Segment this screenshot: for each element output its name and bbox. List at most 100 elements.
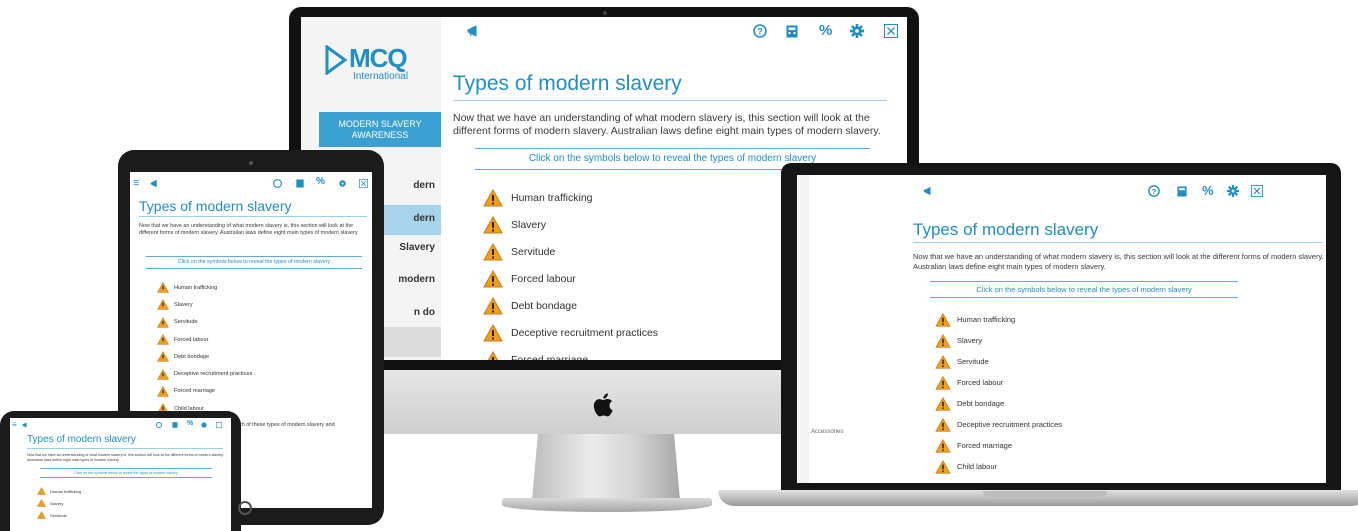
gear-icon[interactable] xyxy=(850,24,864,38)
list-item[interactable]: Forced labour xyxy=(157,331,252,348)
list-item[interactable]: Slavery xyxy=(37,497,81,509)
warning-icon[interactable] xyxy=(37,499,46,507)
type-label: Slavery xyxy=(511,218,547,231)
help-icon[interactable]: ? xyxy=(753,24,767,38)
percent-icon[interactable]: % xyxy=(819,22,832,39)
home-button xyxy=(238,501,252,515)
phone-screen: ≡ % Types of modern slavery Now that we … xyxy=(10,418,231,531)
close-icon[interactable] xyxy=(359,179,368,188)
list-item[interactable]: Human trafficking xyxy=(935,309,1062,330)
type-label: Servitude xyxy=(174,319,198,326)
warning-icon[interactable] xyxy=(483,269,503,288)
percent-icon[interactable]: % xyxy=(187,420,193,427)
list-item[interactable]: Debt bondage xyxy=(935,393,1062,414)
percent-icon[interactable]: % xyxy=(1202,183,1214,198)
laptop-sidebar xyxy=(797,175,809,483)
warning-icon[interactable] xyxy=(37,511,46,519)
list-item[interactable]: Slavery xyxy=(157,296,252,313)
svg-text:?: ? xyxy=(1152,187,1157,196)
calculator-icon[interactable] xyxy=(1177,186,1187,197)
warning-icon[interactable] xyxy=(935,354,951,369)
close-icon[interactable] xyxy=(1251,185,1263,197)
type-label: Forced labour xyxy=(511,272,576,285)
title-divider xyxy=(453,100,887,101)
warning-icon[interactable] xyxy=(935,312,951,327)
laptop-sidebar-item[interactable]: Accessories xyxy=(811,429,843,435)
help-icon[interactable]: ? xyxy=(1148,185,1160,197)
title-divider xyxy=(913,242,1323,243)
announce-icon[interactable] xyxy=(150,179,159,188)
list-item[interactable]: Deceptive recruitment practices xyxy=(935,414,1062,435)
warning-icon[interactable] xyxy=(483,350,503,361)
intro-text: Now that we have an understanding of wha… xyxy=(453,112,881,137)
announce-icon[interactable] xyxy=(22,422,28,428)
warning-icon[interactable] xyxy=(483,296,503,315)
list-item[interactable]: Deceptive recruitment practices xyxy=(483,319,658,346)
type-label: Forced labour xyxy=(174,336,209,343)
intro-text: Now that we have an understanding of wha… xyxy=(913,252,1324,271)
help-icon[interactable] xyxy=(273,179,282,188)
calculator-icon[interactable] xyxy=(296,179,304,188)
list-item[interactable]: Servitude xyxy=(37,509,81,521)
page-title: Types of modern slavery xyxy=(139,198,292,214)
warning-icon[interactable] xyxy=(935,438,951,453)
warning-icon[interactable] xyxy=(935,459,951,474)
warning-icon[interactable] xyxy=(157,334,169,345)
list-item[interactable]: Child labour xyxy=(935,456,1062,477)
list-item[interactable]: Debt bondage xyxy=(483,292,658,319)
list-item[interactable]: Forced marriage xyxy=(157,383,252,400)
help-icon[interactable] xyxy=(156,422,162,428)
page-title: Types of modern slavery xyxy=(913,220,1099,239)
type-label: Human trafficking xyxy=(174,284,218,291)
menu-icon[interactable]: ≡ xyxy=(12,420,17,429)
list-item[interactable]: Human trafficking xyxy=(37,485,81,497)
calculator-icon[interactable] xyxy=(172,422,178,428)
list-item[interactable]: Slavery xyxy=(935,330,1062,351)
warning-icon[interactable] xyxy=(157,368,169,380)
list-item[interactable]: Deceptive recruitment practices xyxy=(157,365,252,382)
close-icon[interactable] xyxy=(884,24,898,38)
list-item[interactable]: Forced labour xyxy=(935,372,1062,393)
type-label: Forced marriage xyxy=(511,353,589,361)
gear-icon[interactable] xyxy=(1227,185,1239,197)
type-label: Forced marriage xyxy=(957,441,1013,450)
warning-icon[interactable] xyxy=(157,316,169,328)
warning-icon[interactable] xyxy=(935,333,951,348)
warning-icon[interactable] xyxy=(483,215,503,234)
gear-icon[interactable] xyxy=(338,179,347,188)
type-label: Servitude xyxy=(511,245,556,258)
warning-icon[interactable] xyxy=(157,386,169,397)
warning-icon[interactable] xyxy=(483,323,503,342)
list-item[interactable]: Forced labour xyxy=(483,265,658,292)
warning-icon[interactable] xyxy=(935,375,951,390)
warning-icon[interactable] xyxy=(157,351,169,362)
warning-icon[interactable] xyxy=(483,188,503,207)
menu-icon[interactable]: ≡ xyxy=(133,177,139,189)
outro-text: ach of these types of modern slavery and xyxy=(236,422,335,428)
percent-icon[interactable]: % xyxy=(316,176,325,187)
sidebar-item-modern-slavery-awareness[interactable]: MODERN SLAVERY AWARENESS xyxy=(319,112,441,147)
gear-icon[interactable] xyxy=(201,422,207,428)
calculator-icon[interactable] xyxy=(786,25,798,38)
warning-icon[interactable] xyxy=(157,282,169,293)
type-label: Human trafficking xyxy=(50,488,82,494)
list-item[interactable]: Slavery xyxy=(483,211,658,238)
warning-icon[interactable] xyxy=(935,396,951,411)
announce-icon[interactable] xyxy=(467,25,479,37)
page-title: Types of modern slavery xyxy=(27,434,136,445)
announce-icon[interactable] xyxy=(923,186,933,196)
warning-icon[interactable] xyxy=(37,487,46,495)
list-item[interactable]: Human trafficking xyxy=(483,184,658,211)
list-item[interactable]: Debt bondage xyxy=(157,348,252,365)
warning-icon[interactable] xyxy=(157,299,169,311)
warning-icon[interactable] xyxy=(483,242,503,261)
close-icon[interactable] xyxy=(216,422,222,428)
list-item[interactable]: Forced marriage xyxy=(483,346,658,360)
list-item[interactable]: Forced marriage xyxy=(935,435,1062,456)
list-item[interactable]: Servitude xyxy=(157,314,252,331)
warning-icon[interactable] xyxy=(935,417,951,432)
list-item[interactable]: Servitude xyxy=(935,351,1062,372)
list-item[interactable]: Human trafficking xyxy=(157,279,252,296)
list-item[interactable]: Servitude xyxy=(483,238,658,265)
type-label: Servitude xyxy=(50,512,67,518)
